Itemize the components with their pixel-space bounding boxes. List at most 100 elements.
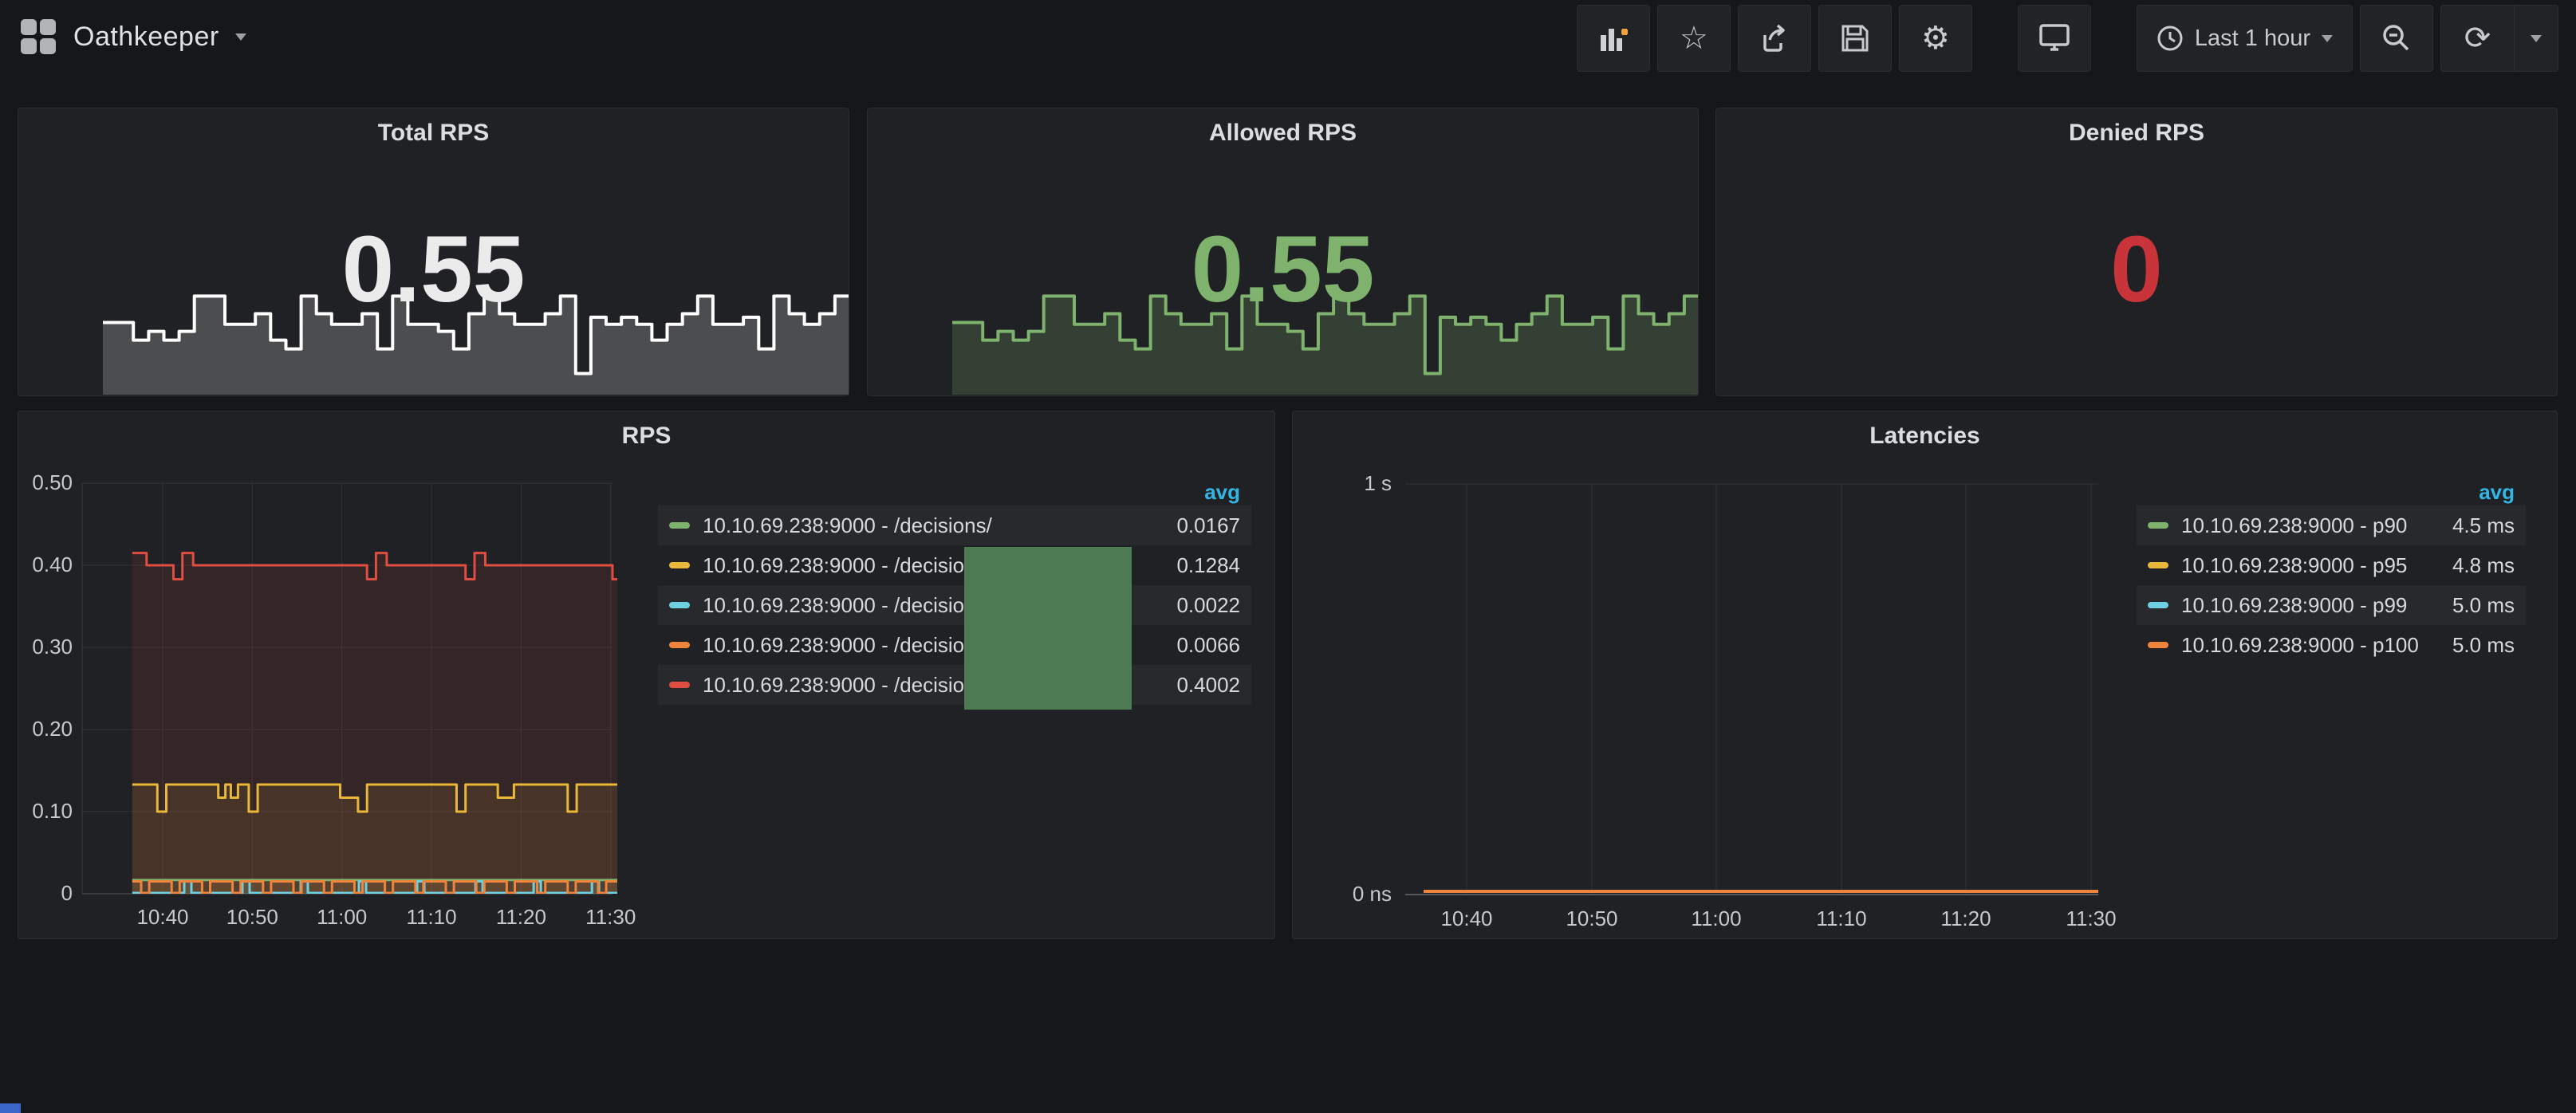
legend-series-label[interactable]: 10.10.69.238:9000 - p99 xyxy=(2181,593,2407,618)
redaction-overlay xyxy=(964,547,1132,710)
latencies-x-tick: 11:00 xyxy=(1672,907,1760,931)
dashboard-title[interactable]: Oathkeeper xyxy=(73,22,219,53)
legend-avg-value: 0.0066 xyxy=(1176,633,1251,658)
legend-row[interactable]: 10.10.69.238:9000 - p99 5.0 ms xyxy=(2137,585,2526,625)
legend-series-label[interactable]: 10.10.69.238:9000 - /decisions/ xyxy=(703,593,992,618)
stat-value: 0 xyxy=(1716,214,2557,327)
dashboards-grid-icon[interactable] xyxy=(19,18,57,56)
dashboard-toolbar: ☆ ⚙ xyxy=(1570,5,2558,72)
settings-gear-icon: ⚙ xyxy=(1921,22,1950,54)
cycle-view-monitor-icon xyxy=(2038,22,2071,54)
series-key-icon xyxy=(2148,602,2168,608)
zoom-out-button[interactable] xyxy=(2360,5,2433,72)
legend-series-label[interactable]: 10.10.69.238:9000 - /decisions/ xyxy=(703,553,992,578)
stat-value: 0.55 xyxy=(18,214,849,327)
time-range-caret-icon xyxy=(2322,35,2333,42)
time-range-picker[interactable]: Last 1 hour xyxy=(2137,5,2353,72)
save-button[interactable] xyxy=(1818,5,1892,72)
legend-series-label[interactable]: 10.10.69.238:9000 - /decisions/ xyxy=(703,633,992,658)
rps-y-tick: 0.50 xyxy=(20,470,73,495)
legend-avg-value: 0.0022 xyxy=(1176,593,1251,618)
panel-rps: RPS 0.500.400.300.200.10010:4010:5011:00… xyxy=(18,411,1275,939)
panel-title[interactable]: Allowed RPS xyxy=(868,120,1698,147)
legend-avg-value: 4.8 ms xyxy=(2452,553,2526,578)
legend-avg-header[interactable]: avg xyxy=(2137,480,2526,505)
rps-y-tick: 0.30 xyxy=(20,635,73,659)
latencies-x-tick: 11:10 xyxy=(1798,907,1885,931)
latencies-y-tick: 0 ns xyxy=(1315,882,1392,907)
rps-x-tick: 11:20 xyxy=(477,905,565,930)
grafana-dashboard: Oathkeeper ☆ ⚙ xyxy=(0,0,2576,1113)
refresh-button-group: ⟳ xyxy=(2440,5,2558,72)
series-key-icon xyxy=(669,522,690,529)
rps-y-tick: 0.20 xyxy=(20,717,73,741)
latencies-legend: avg 10.10.69.238:9000 - p904.5 ms10.10.6… xyxy=(2137,480,2526,665)
dashboard-nav: Oathkeeper xyxy=(19,0,246,73)
legend-avg-value: 0.0167 xyxy=(1176,513,1251,538)
series-key-icon xyxy=(669,562,690,568)
series-key-icon xyxy=(2148,522,2168,529)
add-panel-icon xyxy=(1597,22,1629,54)
legend-row[interactable]: 10.10.69.238:9000 - /decisions/0.0022 xyxy=(658,585,1251,625)
rps-y-tick: 0.40 xyxy=(20,553,73,577)
star-button[interactable]: ☆ xyxy=(1657,5,1731,72)
refresh-button[interactable]: ⟳ xyxy=(2441,6,2515,71)
rps-x-tick: 10:40 xyxy=(119,905,207,930)
rps-x-tick: 11:10 xyxy=(388,905,475,930)
series-key-icon xyxy=(669,602,690,608)
bottom-left-blue-element xyxy=(0,1103,21,1113)
rps-y-tick: 0 xyxy=(20,881,73,906)
legend-row[interactable]: 10.10.69.238:9000 - /decisions/0.1284 xyxy=(658,545,1251,585)
zoom-out-icon xyxy=(2381,23,2412,53)
stat-value: 0.55 xyxy=(868,214,1698,327)
share-icon xyxy=(1759,22,1790,54)
series-key-icon xyxy=(2148,562,2168,568)
legend-series-label[interactable]: 10.10.69.238:9000 - p95 xyxy=(2181,553,2407,578)
cycle-view-button[interactable] xyxy=(2018,5,2091,72)
latencies-x-tick: 11:20 xyxy=(1922,907,2010,931)
legend-row[interactable]: 10.10.69.238:9000 - /decisions/0.0167 xyxy=(658,505,1251,545)
toolbar-gap xyxy=(1972,5,2011,72)
latencies-x-tick: 10:40 xyxy=(1423,907,1511,931)
star-icon: ☆ xyxy=(1680,22,1708,54)
legend-row[interactable]: 10.10.69.238:9000 - /decisions/0.4002 xyxy=(658,665,1251,705)
panel-latencies: Latencies 1 s0 ns10:4010:5011:0011:1011:… xyxy=(1292,411,2558,939)
panel-title[interactable]: Total RPS xyxy=(18,120,849,147)
legend-avg-header[interactable]: avg xyxy=(658,480,1251,505)
legend-avg-value: 4.5 ms xyxy=(2452,513,2526,538)
settings-button[interactable]: ⚙ xyxy=(1899,5,1972,72)
legend-avg-value: 5.0 ms xyxy=(2452,593,2526,618)
refresh-icon: ⟳ xyxy=(2464,22,2491,54)
latencies-x-tick: 10:50 xyxy=(1548,907,1636,931)
clock-icon xyxy=(2157,25,2184,52)
rps-x-tick: 10:50 xyxy=(208,905,296,930)
rps-legend: avg 10.10.69.238:9000 - /decisions/0.016… xyxy=(658,480,1251,705)
legend-row[interactable]: 10.10.69.238:9000 - p95 4.8 ms xyxy=(2137,545,2526,585)
legend-row[interactable]: 10.10.69.238:9000 - p90 4.5 ms xyxy=(2137,505,2526,545)
refresh-interval-caret-icon xyxy=(2531,35,2542,42)
share-button[interactable] xyxy=(1738,5,1811,72)
rps-x-tick: 11:00 xyxy=(298,905,386,930)
rps-x-tick: 11:30 xyxy=(567,905,655,930)
legend-series-label[interactable]: 10.10.69.238:9000 - /decisions/ xyxy=(703,513,992,538)
legend-series-label[interactable]: 10.10.69.238:9000 - p90 xyxy=(2181,513,2407,538)
legend-row[interactable]: 10.10.69.238:9000 - p1005.0 ms xyxy=(2137,625,2526,665)
series-key-icon xyxy=(669,642,690,648)
dashboard-title-caret-icon[interactable] xyxy=(235,33,246,41)
legend-avg-value: 0.1284 xyxy=(1176,553,1251,578)
time-range-label: Last 1 hour xyxy=(2195,26,2310,52)
refresh-interval-dropdown[interactable] xyxy=(2515,6,2558,71)
panel-denied-rps: Denied RPS 0 xyxy=(1715,108,2558,396)
panel-title[interactable]: Denied RPS xyxy=(1716,120,2557,147)
legend-series-label[interactable]: 10.10.69.238:9000 - p100 xyxy=(2181,633,2419,658)
save-icon xyxy=(1840,23,1870,53)
rps-y-tick: 0.10 xyxy=(20,799,73,824)
add-panel-button[interactable] xyxy=(1577,5,1650,72)
legend-avg-value: 0.4002 xyxy=(1176,673,1251,698)
toolbar-gap xyxy=(2091,5,2129,72)
series-key-icon xyxy=(669,682,690,688)
legend-series-label[interactable]: 10.10.69.238:9000 - /decisions/ xyxy=(703,673,992,698)
latencies-x-tick: 11:30 xyxy=(2047,907,2135,931)
legend-row[interactable]: 10.10.69.238:9000 - /decisions/0.0066 xyxy=(658,625,1251,665)
latencies-y-tick: 1 s xyxy=(1315,471,1392,496)
